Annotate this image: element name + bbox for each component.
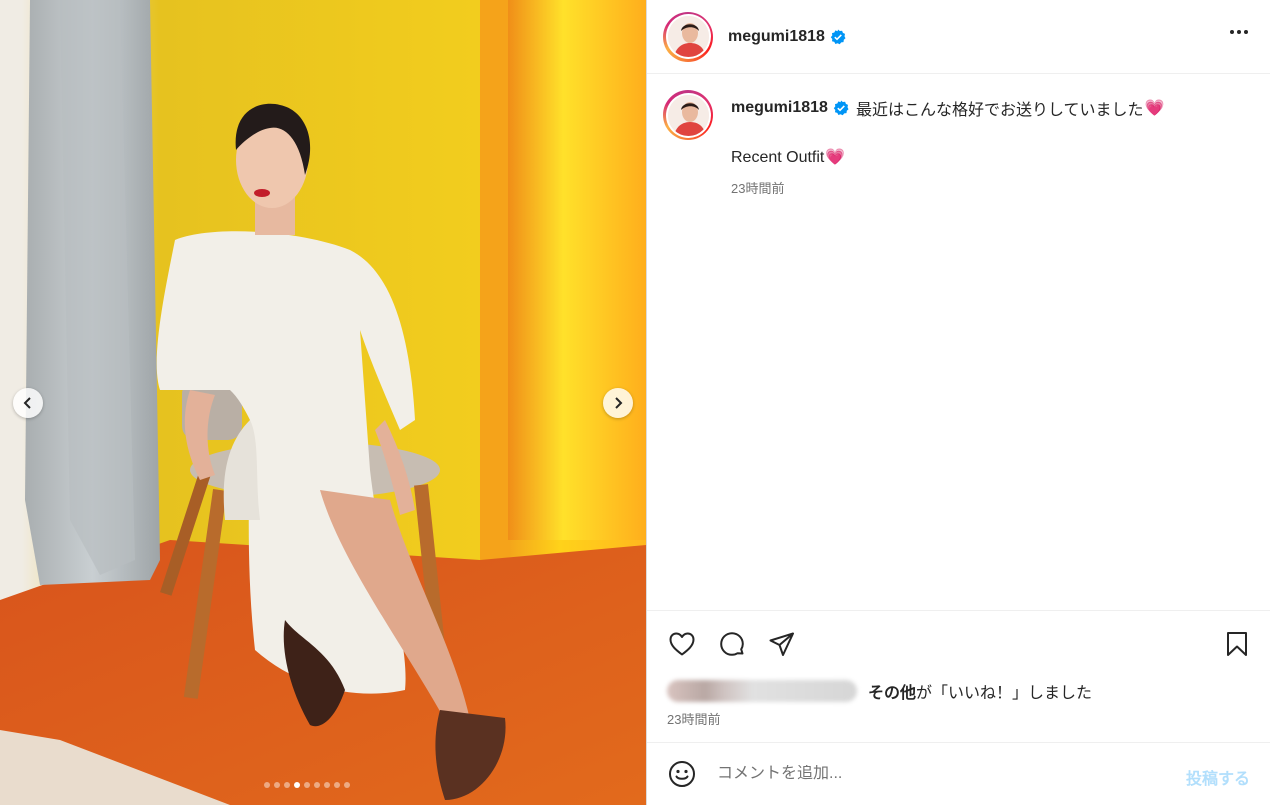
post-timestamp[interactable]: 23時間前 [667,709,720,728]
carousel-dot [314,782,320,788]
likes-text: が「いいね！」しました [916,685,1093,702]
more-options-button[interactable] [1230,26,1248,38]
carousel-dot [264,782,270,788]
verified-badge-icon [830,29,846,44]
emoji-icon[interactable] [668,760,696,788]
carousel-dot [344,782,350,788]
header-username[interactable]: megumi1818 [728,28,825,46]
share-icon[interactable] [767,629,797,659]
likes-others-link[interactable]: その他 [868,679,916,703]
post-photo [0,0,646,805]
post-comment-button[interactable]: 投稿する [1186,765,1250,789]
bookmark-icon[interactable] [1222,629,1252,659]
post-side-panel: megumi1818 megumi1818 最近はこんな格好でお送りしていました… [646,0,1270,805]
carousel-dot [284,782,290,788]
carousel-dot [334,782,340,788]
liker-avatars-blurred [667,680,857,702]
carousel-dot [304,782,310,788]
carousel-dot [324,782,330,788]
caption-timestamp[interactable]: 23時間前 [731,178,1251,197]
comment-icon[interactable] [717,629,747,659]
pink-heart-icon: 💗 [1144,100,1165,117]
avatar-image [667,94,709,136]
comment-box: 投稿する [647,742,1270,805]
photo-scene [0,0,646,805]
carousel-dot [294,782,300,788]
avatar-image [667,16,709,57]
heart-icon[interactable] [667,629,697,659]
pink-heart-icon: 💗 [825,149,846,166]
post-header: megumi1818 [647,0,1270,74]
verified-badge-icon [833,100,849,116]
likes-summary: その他 が「いいね！」しました [667,679,1092,703]
carousel-next-button[interactable] [603,388,633,418]
comment-input[interactable] [717,765,1137,783]
caption-second-line: Recent Outfit [731,149,825,166]
carousel-prev-button[interactable] [13,388,43,418]
caption-avatar[interactable] [663,90,713,140]
avatar[interactable] [663,11,713,62]
carousel-indicator [264,782,350,788]
caption-username[interactable]: megumi1818 [731,99,828,117]
chevron-left-icon [23,397,31,409]
carousel-dot [274,782,280,788]
post-actions: その他 が「いいね！」しました 23時間前 [647,610,1270,742]
caption-text: 最近はこんな格好でお送りしていました [855,102,1144,119]
more-horizontal-icon [1230,30,1234,34]
chevron-right-icon [615,397,623,409]
